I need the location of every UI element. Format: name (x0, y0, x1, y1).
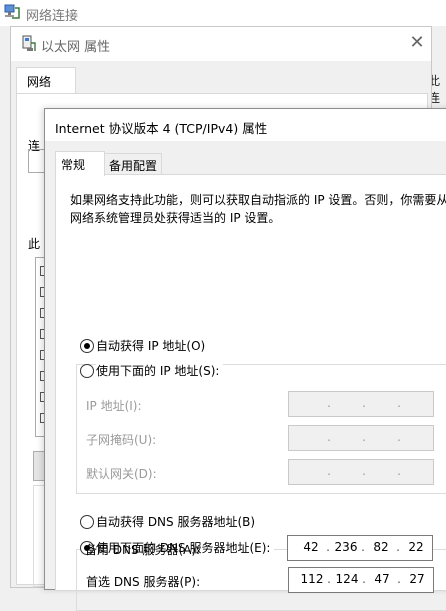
subnet-mask-label: 子网掩码(U): (86, 433, 157, 447)
description-text: 如果网络支持此功能，则可以获取自动指派的 IP 设置。否则，你需要从网络系统管理… (70, 193, 446, 225)
default-gateway-field[interactable]: . . . (288, 459, 434, 485)
alternate-dns-octet-2: 236 (334, 540, 358, 554)
octet-separator: . (327, 430, 331, 444)
dns-auto-radio[interactable] (80, 515, 94, 529)
alternate-dns-octet-1: 42 (303, 540, 319, 554)
network-connections-titlebar: 网络连接 (0, 0, 446, 26)
octet-separator: . (362, 396, 366, 410)
tab-alternate-configuration[interactable]: 备用配置 (104, 153, 162, 176)
ipv4-titlebar: Internet 协议版本 4 (TCP/IPv4) 属性 (45, 109, 446, 141)
alternate-dns-label: 备用 DNS 服务器(A): (85, 543, 201, 557)
general-tab-panel: 如果网络支持此功能，则可以获取自动指派的 IP 设置。否则，你需要从网络系统管理… (55, 174, 446, 611)
alternate-dns-octet-3: 82 (373, 540, 389, 554)
items-label: 此 (28, 237, 41, 251)
default-gateway-label: 默认网关(D): (86, 467, 157, 481)
alternate-dns-octet-4: 22 (408, 540, 424, 554)
network-connections-icon (4, 4, 20, 19)
ip-manual-radio[interactable] (80, 364, 94, 378)
octet-separator: . (397, 396, 401, 410)
alternate-dns-field[interactable]: 42 . 236 . 82 . 22 (287, 535, 433, 561)
ip-manual-label[interactable]: 使用下面的 IP 地址(S): (96, 362, 224, 379)
ip-address-label: IP 地址(I): (86, 399, 142, 413)
octet-separator: . (397, 430, 401, 444)
tab-network-label: 网络 (27, 75, 52, 89)
ip-auto-radio[interactable] (80, 339, 94, 353)
ethernet-properties-title: 以太网 属性 (41, 40, 111, 55)
network-adapter-icon (22, 35, 36, 51)
octet-separator: . (397, 464, 401, 478)
preferred-dns-field[interactable]: 112 . 124 . 47 . 27 (288, 567, 434, 593)
octet-separator: . (327, 464, 331, 478)
dns-auto-label[interactable]: 自动获得 DNS 服务器地址(B) (96, 513, 255, 530)
tab-general[interactable]: 常规 (55, 151, 105, 176)
preferred-dns-octet-1: 112 (300, 572, 324, 586)
ipv4-properties-dialog: Internet 协议版本 4 (TCP/IPv4) 属性 常规 备用配置 如果… (44, 108, 446, 611)
ethernet-properties-titlebar: 以太网 属性 ✕ (11, 27, 431, 61)
preferred-dns-octet-3: 47 (374, 572, 390, 586)
adapter-name-box (28, 149, 45, 173)
preferred-dns-octet-4: 27 (409, 572, 425, 586)
ipv4-dialog-title: Internet 协议版本 4 (TCP/IPv4) 属性 (55, 121, 268, 136)
subnet-mask-field[interactable]: . . . (288, 425, 434, 451)
preferred-dns-octet-2: 124 (335, 572, 359, 586)
octet-separator: . (362, 430, 366, 444)
tab-network[interactable]: 网络 (16, 67, 76, 94)
network-connections-title: 网络连接 (26, 9, 79, 24)
ip-address-field[interactable]: . . . (288, 391, 434, 417)
ip-auto-label[interactable]: 自动获得 IP 地址(O) (96, 337, 205, 354)
tab-general-label: 常规 (61, 158, 86, 172)
close-icon[interactable]: ✕ (407, 33, 427, 53)
octet-separator: . (362, 464, 366, 478)
octet-separator: . (327, 396, 331, 410)
tab-alternate-label: 备用配置 (109, 159, 158, 173)
